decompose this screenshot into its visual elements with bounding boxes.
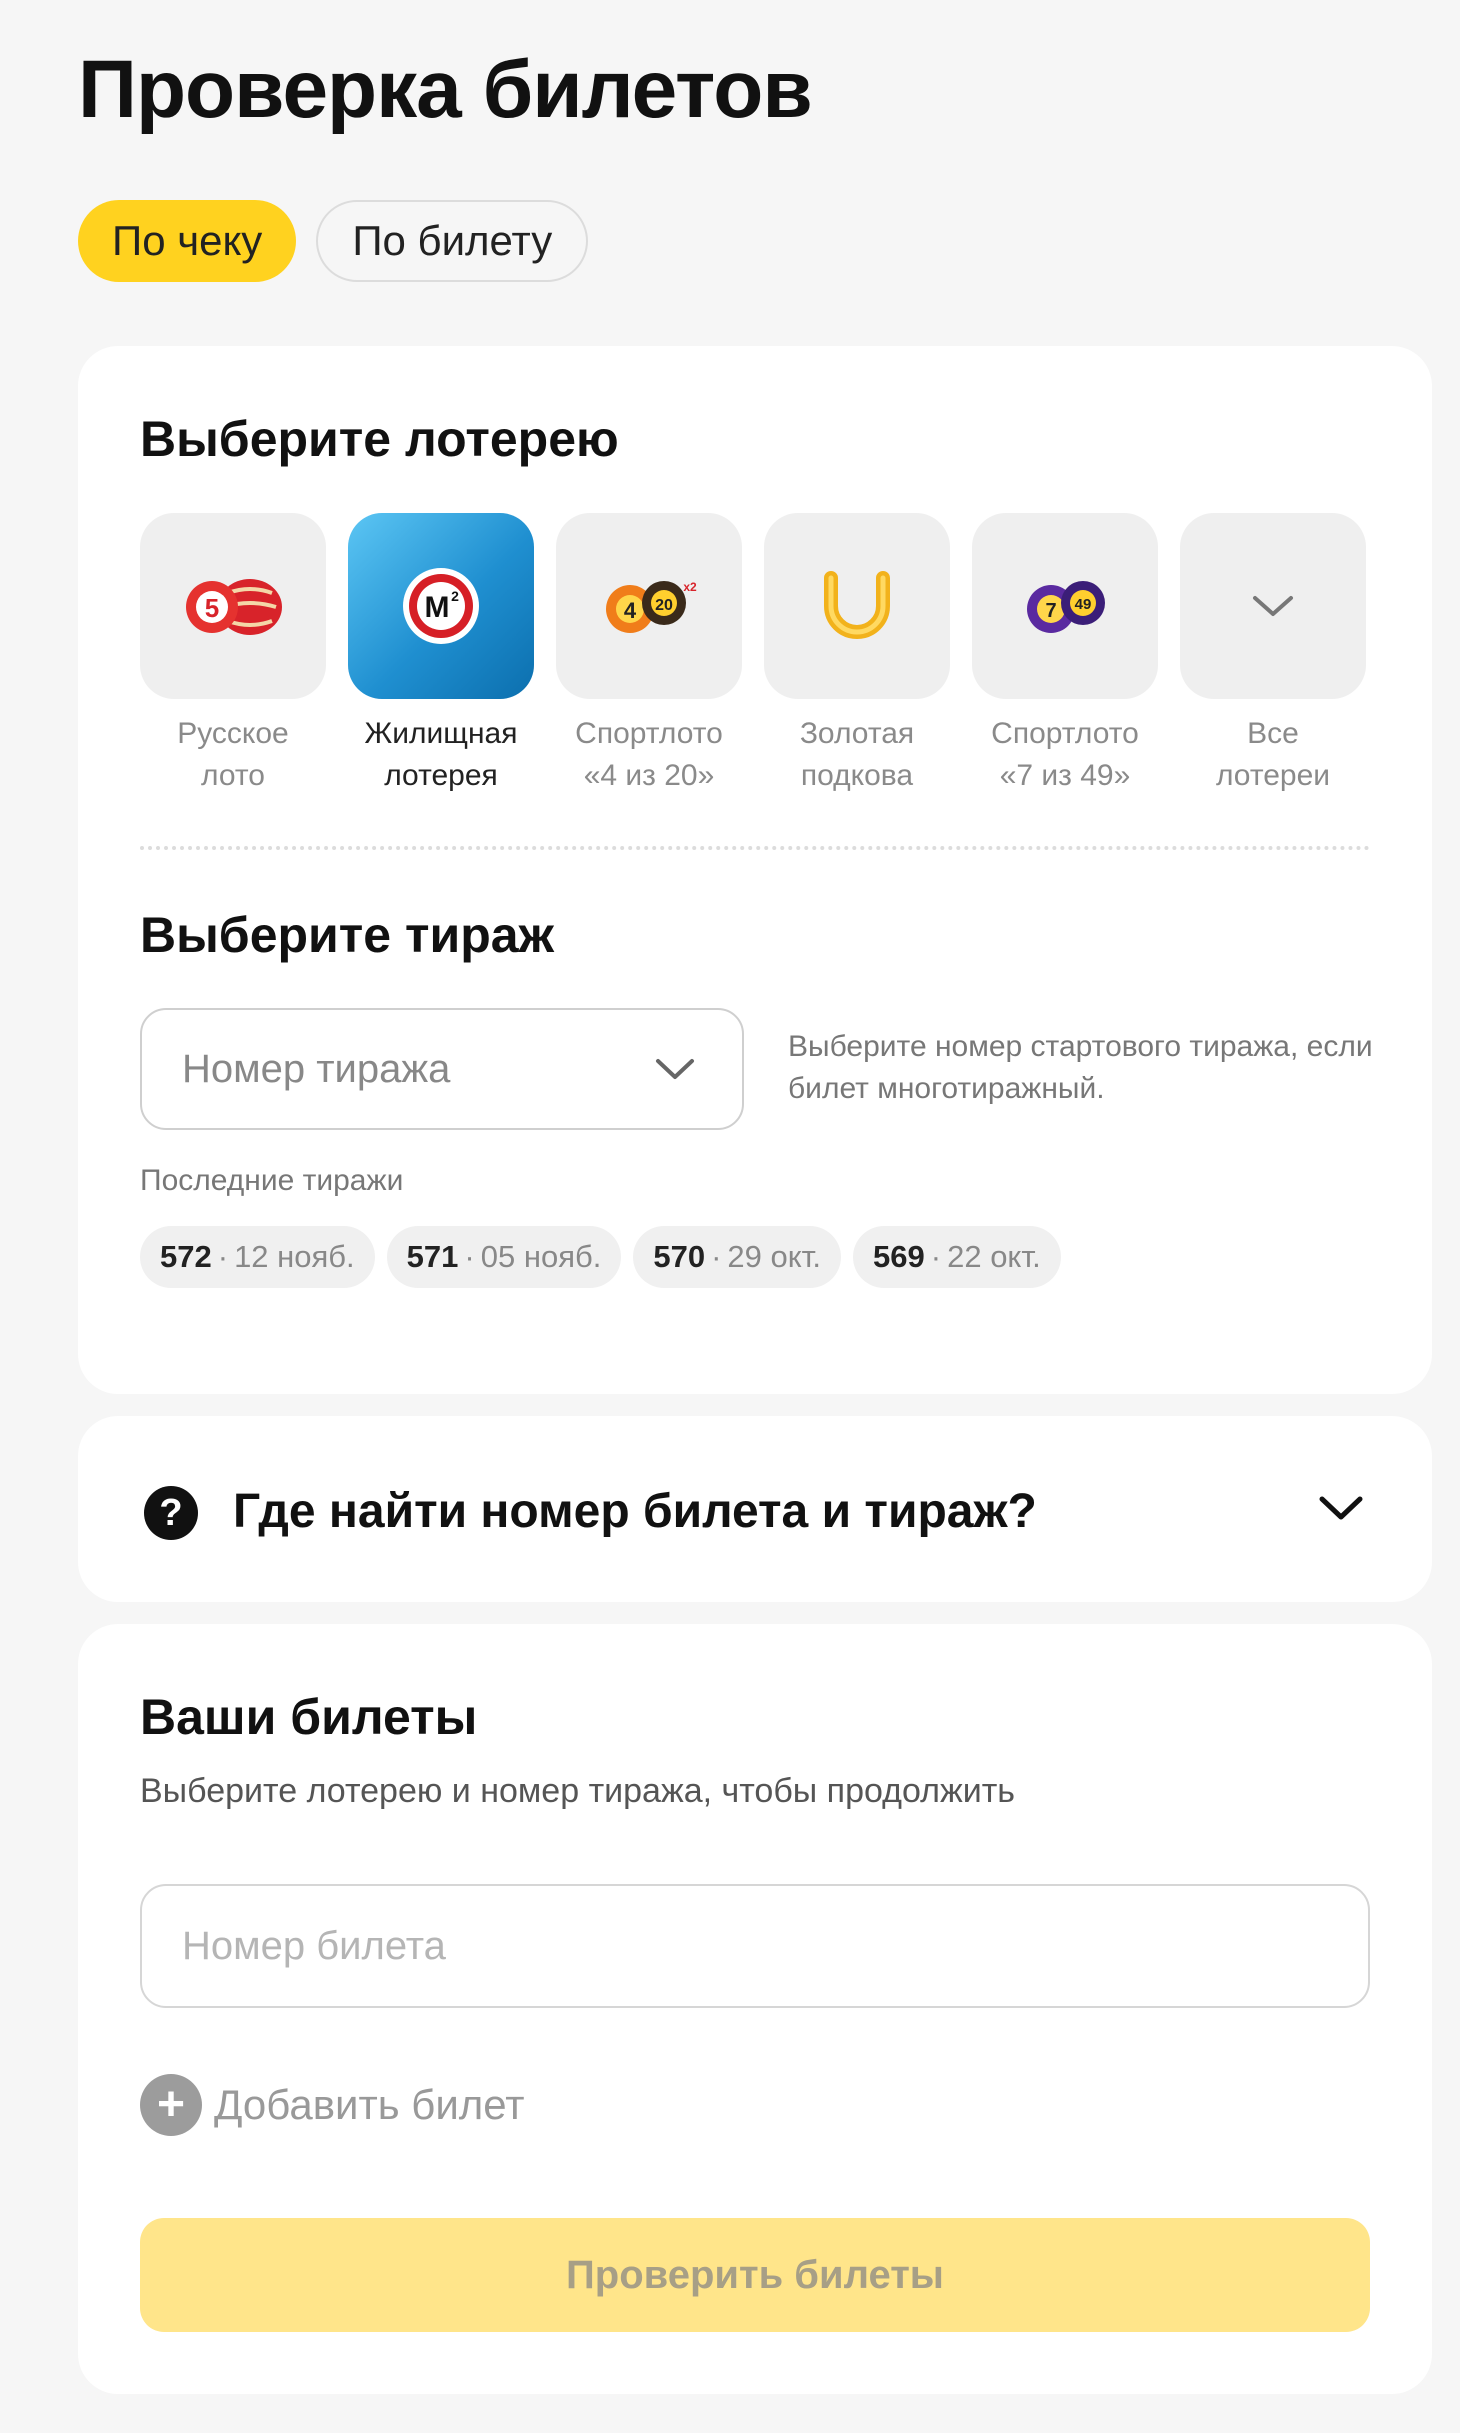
sportloto-7-49-balls-icon: 7 49 xyxy=(1027,581,1105,633)
draw-number: 571 xyxy=(406,1239,459,1274)
draw-date: 12 нояб. xyxy=(234,1239,355,1274)
lottery-label: Спортлото «7 из 49» xyxy=(991,717,1139,792)
draw-number: 569 xyxy=(873,1239,925,1274)
chevron-down-icon xyxy=(1253,596,1293,616)
tickets-subtitle: Выберите лотерею и номер тиража, чтобы п… xyxy=(140,1772,1016,1810)
draw-date: 29 окт. xyxy=(727,1239,822,1274)
m2-housing-icon: M 2 xyxy=(403,568,479,644)
lottery-item-sportloto-7-49[interactable]: 7 49 Спортлото «7 из 49» xyxy=(972,513,1158,797)
faq-accordion[interactable]: ? Где найти номер билета и тираж? xyxy=(78,1416,1432,1602)
recent-draws-list: 572 · 12 нояб. 571 · 05 нояб. 570 · 29 окт. 56… xyxy=(140,1226,1061,1288)
lottery-tile[interactable]: 4 20 x2 xyxy=(556,513,742,699)
question-icon: ? xyxy=(144,1486,198,1540)
lottery-list: 5 Русское лото M 2 Жилищная лотерея 4 20… xyxy=(140,513,1366,797)
faq-title: Где найти номер билета и тираж? xyxy=(233,1485,1037,1538)
draw-number-select[interactable]: Номер тиража xyxy=(140,1008,744,1130)
lottery-card: Выберите лотерею 5 Русское лото M 2 Жили… xyxy=(78,346,1432,1394)
sportloto-4-20-balls-icon: 4 20 x2 xyxy=(606,580,697,633)
recent-draws-label: Последние тиражи xyxy=(140,1164,404,1197)
add-ticket-label: Добавить билет xyxy=(214,2081,525,2128)
check-mode-tabs: По чеку По билету xyxy=(78,200,589,282)
draw-select-placeholder: Номер тиража xyxy=(182,1046,451,1091)
svg-text:4: 4 xyxy=(624,598,637,623)
draw-date: 22 окт. xyxy=(947,1239,1041,1274)
lottery-tile[interactable] xyxy=(764,513,950,699)
draw-chip[interactable]: 570 · 29 окт. xyxy=(633,1226,842,1288)
lottery-item-all[interactable]: Все лотереи xyxy=(1180,513,1366,797)
draw-section-title: Выберите тираж xyxy=(140,907,554,963)
lottery-label: Спортлото «4 из 20» xyxy=(575,717,723,792)
draw-date: 05 нояб. xyxy=(480,1239,602,1274)
russian-loto-barrels-icon: 5 xyxy=(186,579,282,635)
draw-chip[interactable]: 569 · 22 окт. xyxy=(853,1226,1061,1288)
lottery-item-sportloto-4-20[interactable]: 4 20 x2 Спортлото «4 из 20» xyxy=(556,513,742,797)
ticket-number-input[interactable] xyxy=(140,1884,1370,2008)
tab-by-ticket[interactable]: По билету xyxy=(316,200,589,282)
lottery-item-housing[interactable]: M 2 Жилищная лотерея xyxy=(348,513,534,797)
plus-icon: + xyxy=(140,2074,202,2136)
draw-number: 570 xyxy=(653,1239,706,1274)
svg-text:7: 7 xyxy=(1045,600,1056,622)
lottery-label: Все лотереи xyxy=(1215,717,1331,792)
draw-hint: Выберите номер стартового тиража, если б… xyxy=(788,1030,1373,1105)
lottery-tile[interactable]: 5 xyxy=(140,513,326,699)
tickets-card: Ваши билеты Выберите лотерею и номер тир… xyxy=(78,1624,1432,2394)
chevron-down-icon[interactable] xyxy=(1318,1494,1364,1522)
draw-chip[interactable]: 571 · 05 нояб. xyxy=(386,1226,622,1288)
svg-text:x2: x2 xyxy=(683,580,697,594)
lottery-tile[interactable]: 7 49 xyxy=(972,513,1158,699)
chevron-down-icon xyxy=(656,1059,694,1079)
golden-horseshoe-icon xyxy=(824,571,890,639)
svg-text:49: 49 xyxy=(1075,596,1092,613)
lottery-label: Золотая подкова xyxy=(799,717,915,792)
section-divider xyxy=(140,846,1370,850)
draw-chip[interactable]: 572 · 12 нояб. xyxy=(140,1226,375,1288)
tab-by-receipt[interactable]: По чеку xyxy=(78,200,297,282)
svg-text:20: 20 xyxy=(655,597,673,614)
lottery-section-title: Выберите лотерею xyxy=(140,411,619,467)
tickets-title: Ваши билеты xyxy=(140,1689,478,1745)
add-ticket-button[interactable]: + Добавить билет xyxy=(140,2074,525,2136)
lottery-label: Жилищная лотерея xyxy=(364,717,518,792)
page-title: Проверка билетов xyxy=(78,44,813,135)
svg-text:2: 2 xyxy=(451,588,459,604)
lottery-tile[interactable] xyxy=(1180,513,1366,699)
svg-text:M: M xyxy=(425,591,450,624)
draw-number: 572 xyxy=(160,1239,212,1274)
svg-text:5: 5 xyxy=(205,593,219,623)
lottery-item-russian-loto[interactable]: 5 Русское лото xyxy=(140,513,326,797)
lottery-item-golden-horseshoe[interactable]: Золотая подкова xyxy=(764,513,950,797)
check-tickets-button[interactable]: Проверить билеты xyxy=(140,2218,1370,2332)
lottery-label: Русское лото xyxy=(177,717,289,792)
lottery-tile-selected[interactable]: M 2 xyxy=(348,513,534,699)
